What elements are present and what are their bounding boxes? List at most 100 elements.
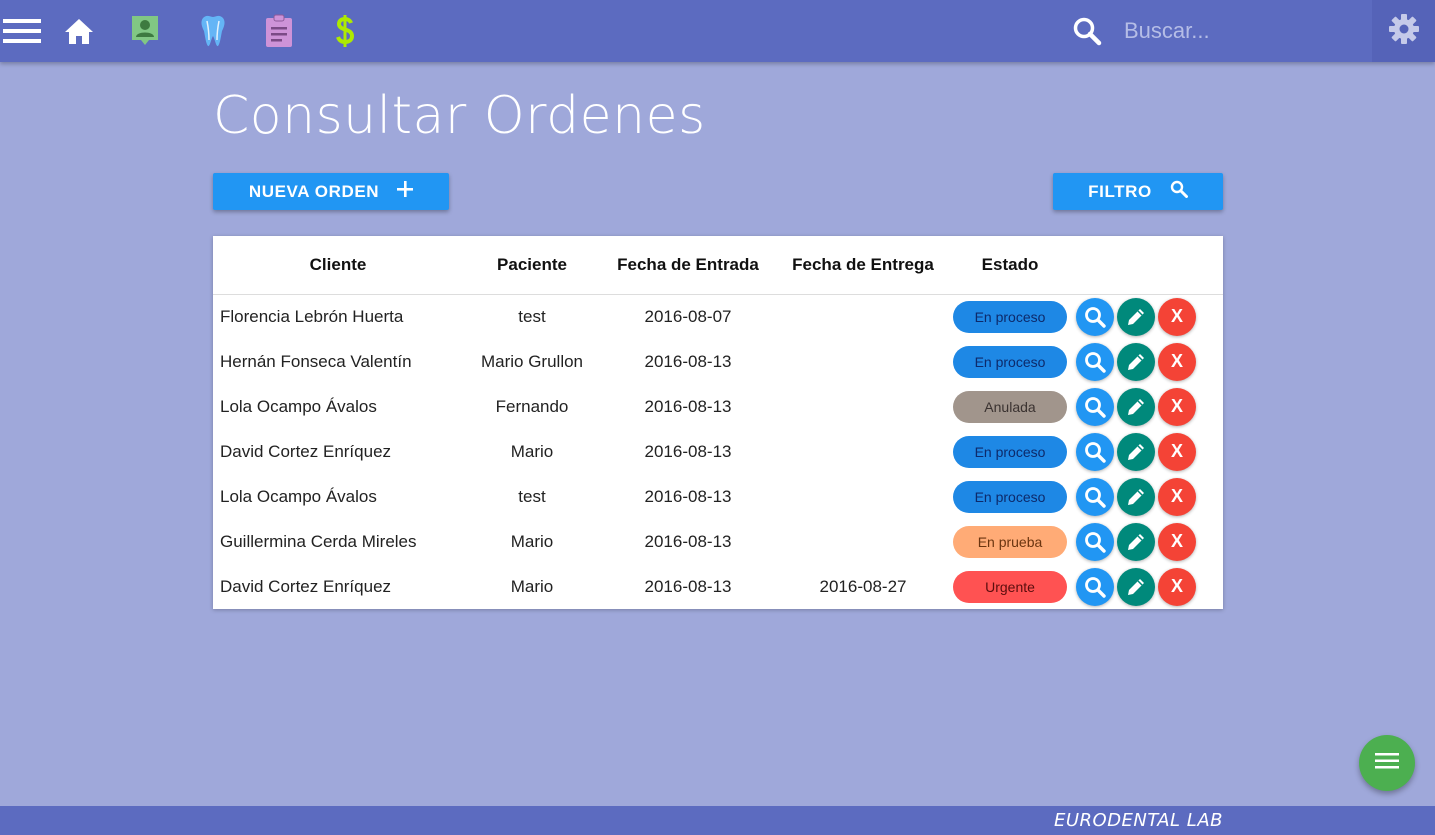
view-button[interactable] <box>1076 477 1114 516</box>
orders-table: Cliente Paciente Fecha de Entrada Fecha … <box>213 236 1223 609</box>
delete-button[interactable]: X <box>1158 342 1196 381</box>
cell-fecha-entrada: 2016-08-13 <box>644 441 732 461</box>
cell-cliente: Guillermina Cerda Mireles <box>220 531 417 551</box>
table-row[interactable]: Lola Ocampo Ávalos test 2016-08-13 En proce… <box>213 474 1223 519</box>
menu-icon[interactable] <box>0 0 42 62</box>
cell-fecha-entrega <box>775 429 951 474</box>
cell-fecha-entrada: 2016-08-07 <box>644 306 732 326</box>
dollar-icon[interactable] <box>328 0 362 62</box>
cell-cliente: Lola Ocampo Ávalos <box>220 486 377 506</box>
view-button[interactable] <box>1076 342 1114 381</box>
status-badge: En proceso <box>953 345 1067 378</box>
list-icon <box>1375 752 1399 775</box>
cell-fecha-entrada: 2016-08-13 <box>644 396 732 416</box>
cell-actions: X <box>1069 429 1223 474</box>
edit-button[interactable] <box>1117 522 1155 561</box>
contact-icon[interactable] <box>126 0 164 62</box>
cell-actions: X <box>1069 294 1223 339</box>
table-row[interactable]: Florencia Lebrón Huerta test 2016-08-07 En … <box>213 294 1223 339</box>
table-row[interactable]: David Cortez Enríquez Mario 2016-08-13 En p… <box>213 429 1223 474</box>
delete-button[interactable]: X <box>1158 522 1196 561</box>
column-header-paciente[interactable]: Paciente <box>463 236 601 295</box>
table-row[interactable]: David Cortez Enríquez Mario 2016-08-13 2016… <box>213 564 1223 609</box>
edit-button[interactable] <box>1117 432 1155 471</box>
search-icon[interactable] <box>1072 0 1102 62</box>
pencil-icon <box>1125 441 1147 463</box>
cell-cliente: Florencia Lebrón Huerta <box>220 306 404 326</box>
menu-fab-button[interactable] <box>1359 735 1415 791</box>
search-icon <box>1084 531 1106 553</box>
new-order-label: NUEVA ORDEN <box>248 181 380 201</box>
pencil-icon <box>1125 576 1147 598</box>
cell-actions: X <box>1069 474 1223 519</box>
cell-fecha-entrada: 2016-08-13 <box>644 351 732 371</box>
cell-estado: En proceso <box>951 429 1069 474</box>
cell-fecha-entrega <box>775 339 951 384</box>
cell-paciente: test <box>518 306 546 326</box>
status-badge: En prueba <box>953 525 1067 558</box>
edit-button[interactable] <box>1117 387 1155 426</box>
view-button[interactable] <box>1076 567 1114 606</box>
cell-paciente: Mario Grullon <box>480 351 584 371</box>
pencil-icon <box>1125 351 1147 373</box>
pencil-icon <box>1125 396 1147 418</box>
cell-fecha-entrada: 2016-08-13 <box>644 486 732 506</box>
delete-button[interactable]: X <box>1158 297 1196 336</box>
home-icon[interactable] <box>60 0 98 62</box>
cell-estado: En proceso <box>951 474 1069 519</box>
cell-estado: Anulada <box>951 384 1069 429</box>
search-icon <box>1084 576 1106 598</box>
pencil-icon <box>1125 306 1147 328</box>
table-row[interactable]: Guillermina Cerda Mireles Mario 2016-08-13… <box>213 519 1223 564</box>
edit-button[interactable] <box>1117 567 1155 606</box>
orders-table-card: Cliente Paciente Fecha de Entrada Fecha … <box>213 236 1223 609</box>
edit-button[interactable] <box>1117 297 1155 336</box>
view-button[interactable] <box>1076 297 1114 336</box>
column-header-fecha-entrega[interactable]: Fecha de Entrega <box>775 236 951 295</box>
column-header-fecha-entrada[interactable]: Fecha de Entrada <box>601 236 775 295</box>
search-icon <box>1084 351 1106 373</box>
search-box <box>1060 0 1372 62</box>
footer-brand: EURODENTAL LAB <box>1053 810 1223 831</box>
delete-button[interactable]: X <box>1158 477 1196 516</box>
pencil-icon <box>1125 531 1147 553</box>
cell-cliente: David Cortez Enríquez <box>220 576 392 596</box>
cell-actions: X <box>1069 519 1223 564</box>
cell-cliente: Lola Ocampo Ávalos <box>220 396 377 416</box>
view-button[interactable] <box>1076 432 1114 471</box>
edit-button[interactable] <box>1117 342 1155 381</box>
cell-fecha-entrega <box>775 294 951 339</box>
delete-button[interactable]: X <box>1158 567 1196 606</box>
view-button[interactable] <box>1076 387 1114 426</box>
cell-estado: En proceso <box>951 294 1069 339</box>
clipboard-icon[interactable] <box>260 0 298 62</box>
cell-actions: X <box>1069 384 1223 429</box>
cell-paciente: Mario <box>510 531 554 551</box>
column-header-estado[interactable]: Estado <box>951 236 1069 295</box>
table-row[interactable]: Hernán Fonseca Valentín Mario Grullon 2016… <box>213 339 1223 384</box>
search-icon <box>1084 486 1106 508</box>
search-input[interactable] <box>1124 15 1364 47</box>
view-button[interactable] <box>1076 522 1114 561</box>
delete-button[interactable]: X <box>1158 387 1196 426</box>
plus-icon <box>397 181 414 202</box>
tooth-icon[interactable] <box>194 0 232 62</box>
status-badge: Urgente <box>953 570 1067 603</box>
new-order-button[interactable]: NUEVA ORDEN <box>213 173 449 210</box>
cell-fecha-entrada: 2016-08-13 <box>644 576 732 596</box>
cell-estado: Urgente <box>951 564 1069 609</box>
status-badge: En proceso <box>953 435 1067 468</box>
table-row[interactable]: Lola Ocampo Ávalos Fernando 2016-08-13 Anul… <box>213 384 1223 429</box>
column-header-cliente[interactable]: Cliente <box>213 236 463 295</box>
delete-button[interactable]: X <box>1158 432 1196 471</box>
cell-paciente: Mario <box>510 576 554 596</box>
settings-button[interactable] <box>1372 0 1435 62</box>
edit-button[interactable] <box>1117 477 1155 516</box>
cell-actions: X <box>1069 339 1223 384</box>
top-app-bar <box>0 0 1435 62</box>
cell-actions: X <box>1069 564 1223 609</box>
cell-cliente: David Cortez Enríquez <box>220 441 392 461</box>
gear-icon <box>1388 13 1420 50</box>
status-badge: En proceso <box>953 480 1067 513</box>
filter-button[interactable]: FILTRO <box>1053 173 1223 210</box>
